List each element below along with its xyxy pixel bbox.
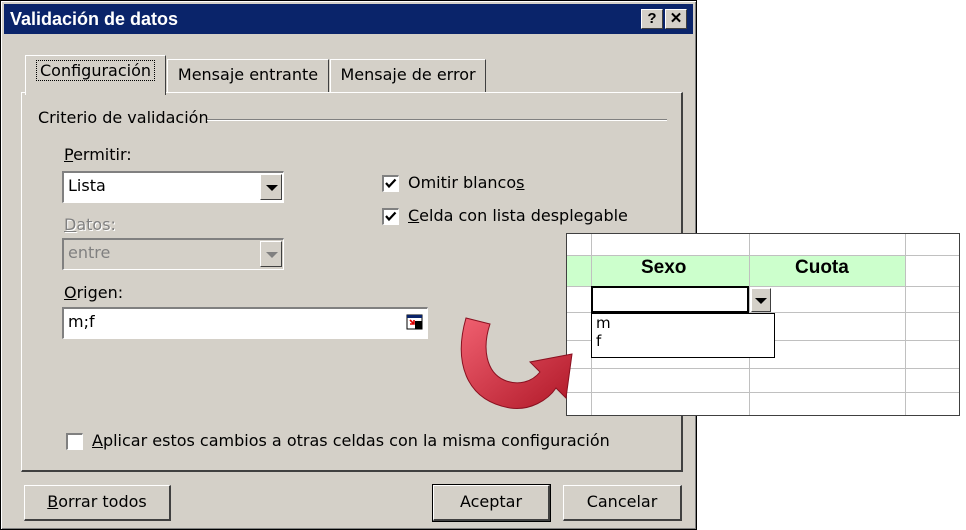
tab-mensaje-entrante-label: Mensaje entrante (177, 65, 319, 84)
help-button[interactable]: ? (641, 9, 663, 29)
permitir-label-mnemonic: P (64, 145, 74, 164)
list-item[interactable]: m (596, 314, 774, 332)
close-button[interactable]: ✕ (665, 9, 687, 29)
column-header-cuota: Cuota (795, 257, 849, 278)
tab-mensaje-entrante[interactable]: Mensaje entrante (167, 59, 329, 93)
dialog-title: Validación de datos (10, 9, 179, 29)
celda-lista-checkbox[interactable] (382, 208, 399, 225)
borrar-mnemonic: B (47, 492, 59, 511)
origen-value: m;f (68, 312, 95, 331)
column-header-sexo: Sexo (641, 257, 687, 278)
cell-dropdown-list: m f (591, 313, 775, 358)
permitir-label: Permitir: (64, 145, 132, 164)
omitir-blancos-checkbox[interactable] (382, 175, 399, 192)
datos-dropdown-button (260, 241, 282, 267)
chevron-down-icon (266, 252, 278, 258)
datos-label-mnemonic: D (64, 215, 77, 234)
title-bar[interactable]: Validación de datos ? ✕ (4, 4, 693, 34)
borrar-todos-button[interactable]: Borrar todos (24, 485, 171, 521)
permitir-label-rest: ermitir: (73, 145, 132, 164)
tab-mensaje-error-label: Mensaje de error (340, 65, 476, 84)
spreadsheet-preview: Sexo Cuota m f (566, 233, 960, 416)
datos-label: Datos: (64, 215, 116, 234)
datos-label-rest: atos: (76, 215, 116, 234)
aceptar-button[interactable]: Aceptar (432, 484, 551, 522)
aplicar-cambios-checkbox[interactable] (66, 433, 83, 450)
active-cell[interactable] (591, 286, 749, 313)
celda-lista-label[interactable]: Celda con lista desplegable (408, 206, 628, 225)
list-item[interactable]: f (596, 332, 774, 350)
group-divider (207, 119, 667, 121)
origen-input[interactable]: m;f (62, 307, 428, 339)
group-label-criterio: Criterio de validación (38, 108, 215, 127)
origen-label: Origen: (64, 283, 123, 302)
celda-label-mnemonic: C (408, 206, 420, 225)
permitir-dropdown-button[interactable] (260, 174, 282, 200)
omitir-blancos-label[interactable]: Omitir blancos (408, 173, 524, 192)
tab-configuracion[interactable]: Configuración (25, 55, 166, 95)
grid-row-line (567, 368, 959, 369)
permitir-value: Lista (68, 176, 106, 195)
omitir-label-text: Omitir blanco (408, 173, 517, 192)
grid-row-line (567, 255, 959, 256)
chevron-down-icon (755, 298, 767, 304)
curved-arrow-icon (460, 317, 573, 409)
cell-dropdown-button[interactable] (751, 288, 771, 312)
grid-row-line (567, 392, 959, 393)
grid-col-line (905, 234, 906, 415)
aplicar-cambios-label[interactable]: Aplicar estos cambios a otras celdas con… (92, 431, 610, 450)
origen-label-rest: rigen: (76, 283, 124, 302)
datos-value: entre (68, 243, 111, 262)
datos-select: entre (62, 238, 284, 270)
celda-label-text: elda con lista desplegable (419, 206, 628, 225)
permitir-select[interactable]: Lista (62, 171, 284, 203)
chevron-down-icon (266, 185, 278, 191)
borrar-label: orrar todos (58, 492, 147, 511)
checkmark-icon (385, 211, 397, 222)
omitir-label-mnemonic: s (516, 173, 525, 192)
tab-mensaje-error[interactable]: Mensaje de error (330, 59, 486, 93)
aplicar-label-text: plicar estos cambios a otras celdas con … (102, 431, 610, 450)
checkmark-icon (385, 178, 397, 189)
tab-configuracion-label: Configuración (35, 60, 156, 81)
collapse-dialog-icon[interactable] (406, 313, 424, 331)
origen-label-mnemonic: O (64, 283, 77, 302)
header-band (567, 255, 905, 286)
aplicar-label-mnemonic: A (92, 431, 103, 450)
cancelar-button[interactable]: Cancelar (563, 485, 682, 521)
